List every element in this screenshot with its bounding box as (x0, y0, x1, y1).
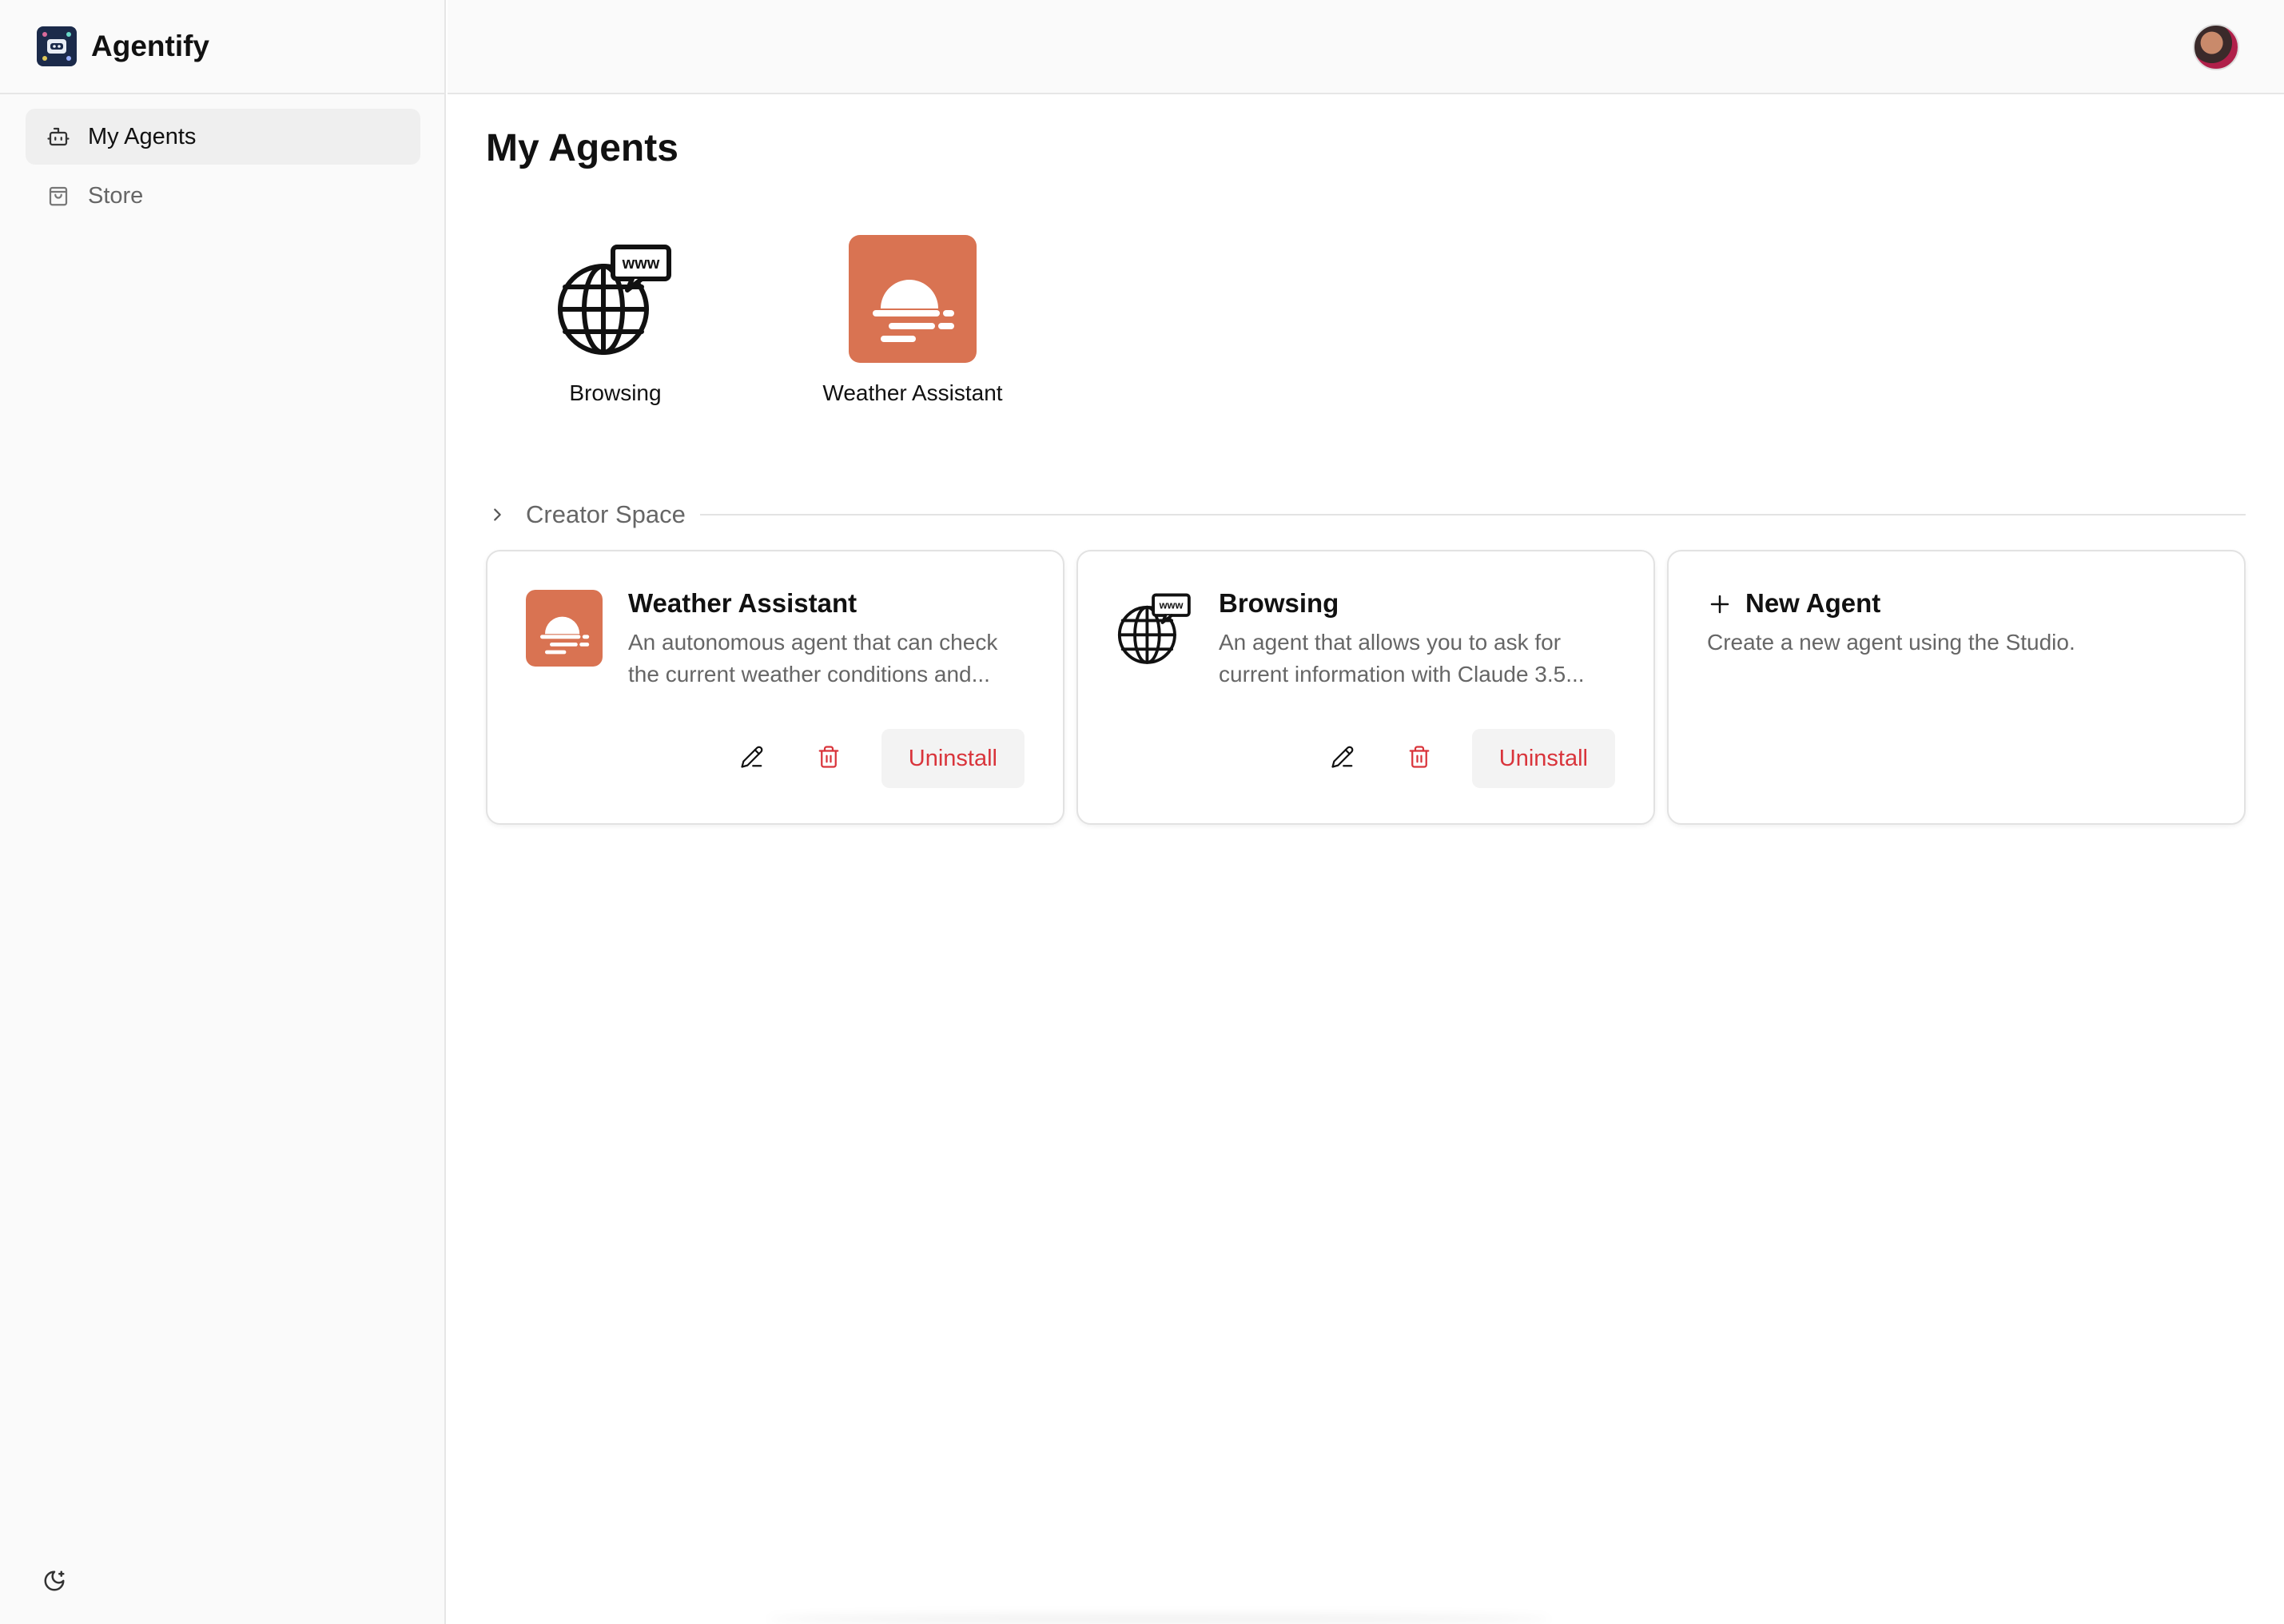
creator-space-title: Creator Space (526, 500, 686, 528)
installed-agent-label: Weather Assistant (822, 380, 1003, 405)
svg-text:www: www (622, 255, 660, 273)
top-bar (448, 0, 2284, 94)
sidebar-item-my-agents[interactable]: My Agents (26, 109, 420, 165)
edit-button[interactable] (728, 734, 776, 782)
pencil-icon (1331, 745, 1355, 773)
globe-www-icon: www (550, 233, 681, 364)
bot-icon (45, 123, 72, 150)
bottom-shadow (767, 1614, 1550, 1624)
delete-button[interactable] (805, 734, 853, 782)
agent-card-description: An agent that allows you to ask for curr… (1219, 630, 1585, 687)
pencil-icon (740, 745, 764, 773)
installed-agent-weather-assistant[interactable]: Weather Assistant (783, 233, 1042, 406)
sidebar: Agentify My Agents Store (0, 0, 446, 1624)
new-agent-description: Create a new agent using the Studio. (1707, 630, 2075, 655)
delete-button[interactable] (1395, 734, 1443, 782)
agent-card-weather-assistant[interactable]: Weather Assistant An autonomous agent th… (486, 550, 1064, 825)
svg-text:www: www (1159, 599, 1184, 611)
trash-icon (817, 745, 841, 773)
shopping-bag-icon (45, 182, 72, 209)
main-content: My Agents www Browsing Weather Assistant… (448, 96, 2284, 1624)
trash-icon (1407, 745, 1431, 773)
new-agent-title: New Agent (1745, 588, 1881, 618)
page-title: My Agents (486, 127, 678, 169)
creator-space-toggle[interactable]: Creator Space (486, 494, 2246, 535)
agentify-logo (37, 26, 77, 66)
installed-agents: www Browsing Weather Assistant (486, 233, 1080, 406)
agent-card-description: An autonomous agent that can check the c… (628, 630, 998, 687)
app-title: Agentify (91, 30, 209, 62)
weather-icon (847, 233, 978, 364)
new-agent-card[interactable]: New Agent Create a new agent using the S… (1667, 550, 2246, 825)
uninstall-button[interactable]: Uninstall (881, 729, 1025, 788)
installed-agent-browsing[interactable]: www Browsing (486, 233, 745, 406)
agent-card-title: Browsing (1219, 588, 1339, 618)
installed-agent-label: Browsing (569, 380, 662, 405)
user-avatar[interactable] (2193, 24, 2239, 70)
sidebar-nav: My Agents Store (26, 109, 420, 227)
plus-icon (1707, 591, 1733, 617)
uninstall-button[interactable]: Uninstall (1471, 729, 1615, 788)
agent-card-browsing[interactable]: www Browsing An agent that allows you to… (1076, 550, 1655, 825)
chevron-right-icon (486, 504, 508, 526)
moon-icon (42, 1569, 66, 1597)
edit-button[interactable] (1319, 734, 1367, 782)
brand[interactable]: Agentify (0, 0, 444, 94)
agent-card-actions: Uninstall (699, 729, 1025, 788)
sidebar-item-store[interactable]: Store (26, 168, 420, 224)
sidebar-item-label: My Agents (88, 123, 197, 149)
agent-card-actions: Uninstall (1290, 729, 1615, 788)
sidebar-item-label: Store (88, 182, 144, 209)
globe-www-icon: www (1116, 590, 1193, 667)
divider (699, 514, 2246, 515)
weather-icon (526, 590, 603, 667)
creator-space-cards: Weather Assistant An autonomous agent th… (486, 550, 2246, 825)
theme-toggle-button[interactable] (38, 1566, 70, 1598)
agent-card-title: Weather Assistant (628, 588, 857, 618)
